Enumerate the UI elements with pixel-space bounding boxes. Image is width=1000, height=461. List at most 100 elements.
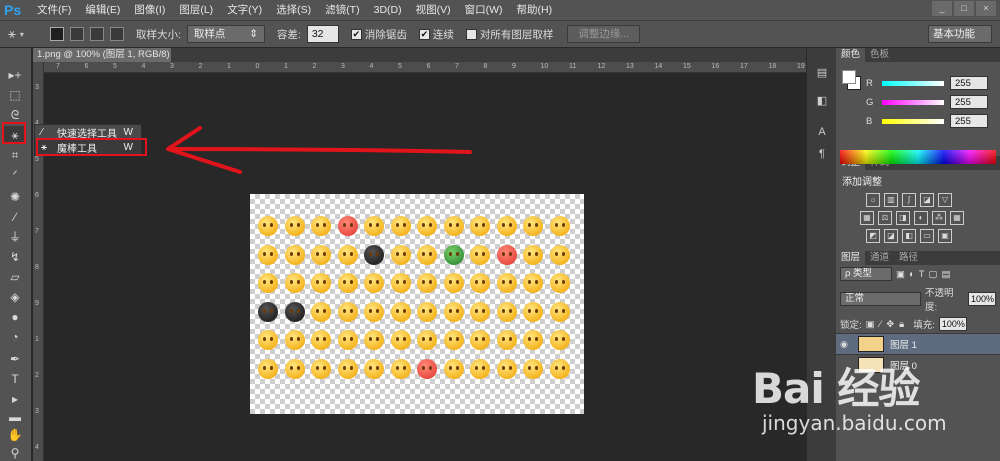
workspace-select[interactable]: 基本功能 (928, 25, 992, 43)
threshold-icon[interactable]: ◧ (902, 229, 916, 243)
healing-brush-icon[interactable]: ✺ (4, 188, 26, 206)
eraser-tool-icon[interactable]: ▱ (4, 268, 26, 286)
clone-stamp-icon[interactable]: ⏚ (4, 228, 26, 246)
selective-color-icon[interactable]: ▣ (938, 229, 952, 243)
levels-icon[interactable]: ▥ (884, 193, 898, 207)
visibility-eye-icon[interactable]: ◉ (836, 339, 852, 350)
shape-tool-icon[interactable]: ▬ (4, 408, 26, 426)
fill-input[interactable]: 100% (938, 317, 967, 331)
photo-filter-icon[interactable]: ◐ (914, 211, 928, 225)
document-canvas[interactable] (250, 194, 584, 414)
document-tab[interactable]: 1.png @ 100% (图层 1, RGB/8) * × (33, 48, 171, 74)
invert-icon[interactable]: ◩ (866, 229, 880, 243)
posterize-icon[interactable]: ◪ (884, 229, 898, 243)
eyedropper-tool-icon[interactable]: ᐟ (4, 166, 26, 184)
tab-channels[interactable]: 通道 (865, 251, 894, 265)
brightness-icon[interactable]: ☼ (866, 193, 880, 207)
new-selection-button[interactable] (50, 27, 64, 41)
g-slider[interactable] (882, 99, 944, 105)
tab-layers[interactable]: 图层 (836, 251, 866, 265)
menu-item[interactable]: 文字(Y) (220, 0, 269, 20)
history-brush-icon[interactable]: ↯ (4, 248, 26, 266)
add-selection-button[interactable] (70, 27, 84, 41)
tolerance-input[interactable]: 32 (306, 25, 339, 43)
emoji-sticker (390, 273, 411, 293)
color-balance-icon[interactable]: ⚖ (878, 211, 892, 225)
emoji-sticker (549, 330, 570, 350)
tab-color[interactable]: 颜色 (836, 48, 866, 62)
menu-item[interactable]: 滤镜(T) (318, 0, 366, 20)
menu-item[interactable]: 选择(S) (269, 0, 318, 20)
menu-item[interactable]: 视图(V) (409, 0, 458, 20)
b-value-input[interactable]: 255 (950, 114, 988, 128)
paint-bucket-icon[interactable]: ◈ (4, 288, 26, 306)
restore-button[interactable]: □ (954, 1, 974, 16)
layer-filter-select[interactable]: ρ 类型 (840, 267, 892, 281)
crop-tool-icon[interactable]: ⌗ (4, 146, 26, 164)
hand-tool-icon[interactable]: ✋ (4, 426, 26, 444)
curves-icon[interactable]: ∫ (902, 193, 916, 207)
tab-swatches[interactable]: 色板 (865, 48, 894, 62)
subtract-selection-button[interactable] (90, 27, 104, 41)
g-value-input[interactable]: 255 (950, 95, 988, 109)
history-panel-icon[interactable]: ▤ (814, 66, 830, 80)
color-panel-tabs: 颜色 色板 (836, 48, 1000, 62)
path-selection-icon[interactable]: ▸ (4, 390, 26, 408)
tool-preset-picker[interactable]: ⚹ ▾ (8, 23, 44, 45)
menu-item[interactable]: 图层(L) (172, 0, 220, 20)
channel-label: G (866, 96, 874, 108)
pen-tool-icon[interactable]: ✒ (4, 350, 26, 368)
r-slider[interactable] (882, 80, 944, 86)
character-panel-icon[interactable]: A (814, 126, 830, 140)
hue-saturation-icon[interactable]: ▦ (860, 211, 874, 225)
layers-panel-tabs: 图层 通道 路径 (836, 251, 1000, 265)
menu-item[interactable]: 帮助(H) (510, 0, 560, 20)
marquee-tool-icon[interactable]: ⬚ (4, 86, 26, 104)
all-layers-checkbox[interactable]: 对所有图层取样 (465, 27, 553, 42)
layer-row[interactable]: ◉ 图层 1 (836, 333, 1000, 354)
menu-item[interactable]: 编辑(E) (78, 0, 127, 20)
menu-item[interactable]: 窗口(W) (458, 0, 510, 20)
color-spectrum[interactable] (840, 150, 996, 164)
properties-panel-icon[interactable]: ◧ (814, 94, 830, 108)
b-slider[interactable] (882, 118, 944, 124)
close-button[interactable]: × (976, 1, 996, 16)
lock-icons[interactable]: ▣∕✥🔒︎ (866, 319, 910, 330)
tab-paths[interactable]: 路径 (894, 251, 923, 265)
dodge-tool-icon[interactable]: ◔ (4, 328, 26, 346)
ruler-tick-label: 5 (398, 63, 402, 70)
refine-edge-button[interactable]: 调整边缘... (567, 25, 641, 43)
channel-row-r: R 255 (866, 76, 988, 90)
ruler-tick-label: 16 (711, 63, 720, 70)
foreground-color-swatch[interactable] (842, 70, 856, 84)
opacity-input[interactable]: 100% (968, 292, 996, 306)
sample-size-select[interactable]: 取样点 ⇕ (186, 25, 265, 43)
exposure-icon[interactable]: ◪ (920, 193, 934, 207)
brush-tool-icon[interactable]: ∕ (4, 208, 26, 226)
black-white-icon[interactable]: ◨ (896, 211, 910, 225)
paragraph-panel-icon[interactable]: ¶ (814, 148, 830, 162)
minimize-button[interactable]: _ (932, 1, 952, 16)
intersect-selection-button[interactable] (110, 27, 124, 41)
gradient-map-icon[interactable]: ▭ (920, 229, 934, 243)
menu-item[interactable]: 图像(I) (127, 0, 172, 20)
zoom-tool-icon[interactable]: ⚲ (4, 444, 26, 461)
emoji-sticker (258, 216, 278, 236)
ruler-tick-label: 2 (312, 63, 317, 70)
r-value-input[interactable]: 255 (950, 76, 988, 90)
move-tool-icon[interactable]: ▸+ (4, 66, 26, 84)
channel-mixer-icon[interactable]: ⁂ (932, 211, 946, 225)
filter-icons[interactable]: ▣◐T▢▤ (896, 269, 954, 280)
vibrance-icon[interactable]: ▽ (938, 193, 952, 207)
menu-item[interactable]: 3D(D) (367, 0, 409, 20)
check-icon: ✔ (418, 28, 430, 40)
blend-mode-select[interactable]: 正常 (840, 292, 921, 306)
anti-alias-checkbox[interactable]: ✔ 消除锯齿 (350, 27, 407, 42)
type-tool-icon[interactable]: T (4, 370, 26, 388)
sample-size-value: 取样点 (193, 28, 226, 40)
color-lookup-icon[interactable]: ▦ (950, 211, 964, 225)
contiguous-checkbox[interactable]: ✔ 连续 (418, 27, 454, 42)
emoji-sticker (443, 273, 464, 293)
menu-item[interactable]: 文件(F) (30, 0, 78, 20)
blur-tool-icon[interactable]: ● (4, 308, 26, 326)
